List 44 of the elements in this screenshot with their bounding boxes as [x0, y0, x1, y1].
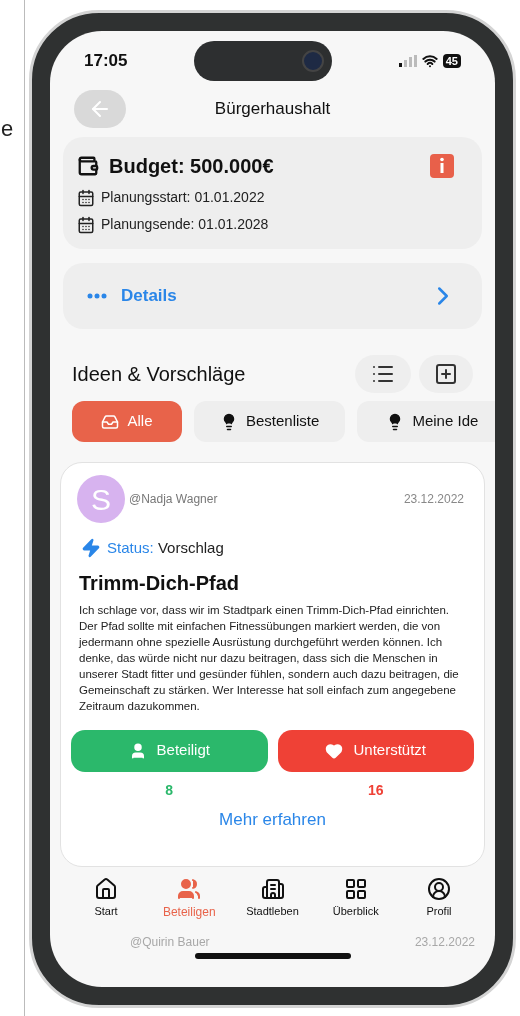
profile-icon [427, 877, 451, 901]
nav-item[interactable]: Überblick [319, 877, 392, 927]
nav-item[interactable]: Profil [403, 877, 475, 927]
plus-square-icon [434, 362, 458, 386]
grid-icon [343, 877, 368, 901]
heart-icon [325, 741, 344, 760]
info-icon[interactable] [430, 154, 454, 178]
calendar-icon [77, 215, 95, 234]
action-button[interactable]: Unterstützt [277, 729, 474, 772]
more-link[interactable]: Mehr erfahren [219, 806, 326, 832]
status-time: 17:05 [84, 50, 128, 73]
lightning-icon [81, 538, 101, 559]
wallet-icon [77, 155, 99, 177]
budget-title: Budget: 500.000€ [109, 154, 274, 179]
filter-tab[interactable]: Bestenliste [194, 401, 346, 442]
nav-item[interactable]: Start [70, 877, 142, 927]
count-text: 8 [165, 780, 174, 800]
preview-date: 23.12.2022 [414, 934, 475, 951]
add-button[interactable] [419, 355, 473, 393]
filter-tab[interactable]: Meine Ide [357, 401, 495, 442]
signal-icon [398, 55, 417, 67]
battery-level: 45 [442, 54, 461, 68]
post-date: 23.12.2022 [403, 491, 464, 508]
date-text: Planungsstart: 01.01.2022 [101, 188, 265, 207]
date-text: Planungsende: 01.01.2028 [101, 215, 269, 234]
house-icon [94, 877, 118, 901]
count-text: 16 [367, 780, 384, 800]
margin-text: e [1, 116, 14, 141]
calendar-icon [77, 188, 95, 207]
status-text: Status: Vorschlag [107, 538, 224, 558]
inbox-icon [101, 412, 120, 431]
post-title: Trimm-Dich-Pfad [78, 570, 241, 596]
nav-item[interactable]: Stadtleben [236, 877, 309, 927]
people-icon [177, 877, 202, 901]
author-name: @Nadja Wagner [129, 491, 218, 508]
dots-icon [87, 293, 107, 299]
post-body: Ich schlage vor, dass wir im Stadtpark einen Trimm-Dich-Pfad einrichten. Der Pfad sollte mit einfachen Fitnessübungen markiert werden, die von jedermann ohne spezielle Ausrüstung durchgeführt werden können. Ich denke, das würde nicht nur dazu beitragen, dass sich die Menschen in unserer Stadt fitter und gesünder fühlen, sondern auch dazu beitragen, die Gemeinschaft zu stärken. Wer Interesse hat soll einfach zum angegebene Zeitraum dazukommen. [77, 602, 460, 714]
list-view-button[interactable] [355, 355, 411, 393]
section-title: Ideen & Vorschläge [72, 362, 246, 387]
buildings-icon [260, 877, 285, 901]
preview-author: @Quirin Bauer [130, 934, 210, 951]
avatar: S [77, 475, 125, 523]
page-title: Bürgerhaushalt [214, 98, 331, 121]
wifi-icon [421, 53, 438, 69]
